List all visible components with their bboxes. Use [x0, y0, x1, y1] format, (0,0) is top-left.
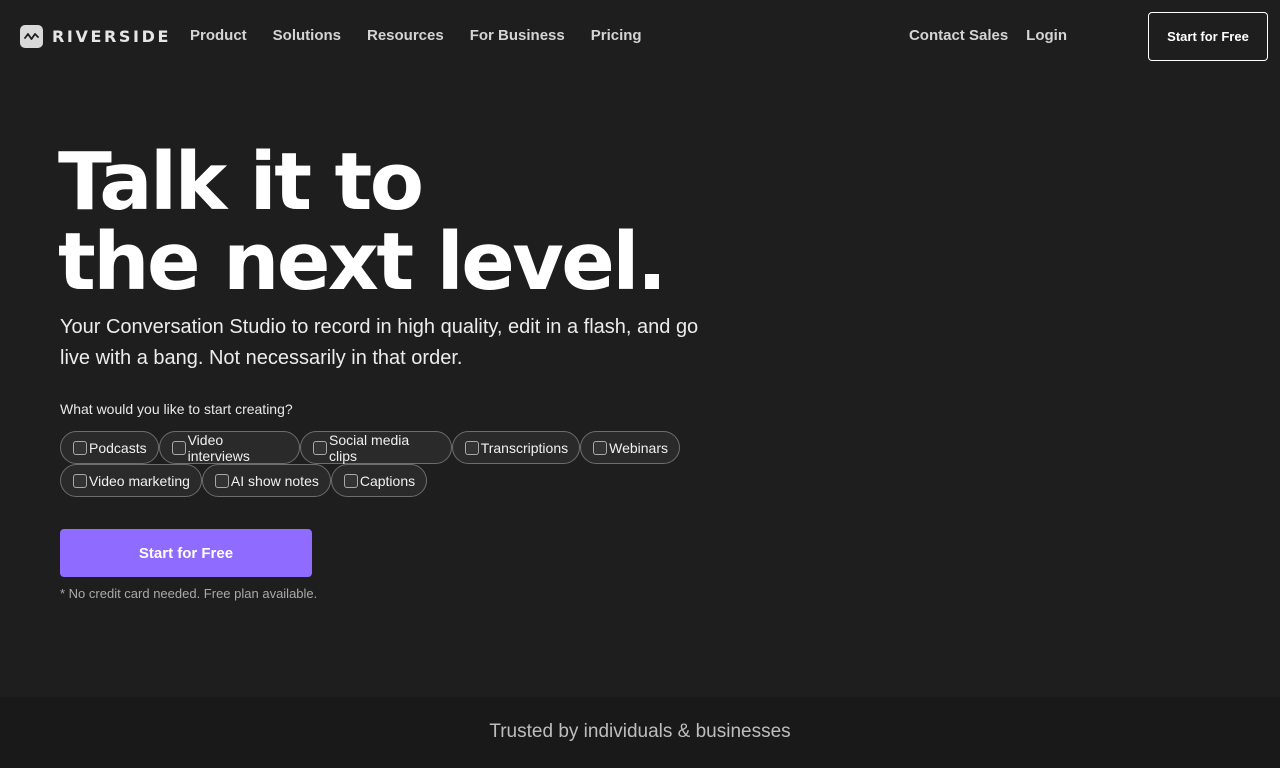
hero-title: Talk it to the next level.: [58, 142, 758, 302]
contact-sales-link[interactable]: Contact Sales: [909, 26, 1008, 46]
hero-title-line-2: the next level.: [58, 216, 667, 308]
trusted-heading: Trusted by individuals & businesses: [489, 721, 791, 742]
option-label: Transcriptions: [480, 439, 569, 456]
checkbox[interactable]: [343, 473, 358, 488]
checkbox[interactable]: [313, 440, 328, 455]
nav-resources[interactable]: Resources: [367, 26, 444, 46]
page: RIVERSIDE Product Solutions Resources Fo…: [0, 0, 1280, 768]
account-nav: Contact Sales Login: [909, 26, 1067, 46]
waveform-icon: [20, 25, 43, 48]
option-captions[interactable]: Captions: [330, 464, 428, 497]
options-row: Podcasts Video interviews Social media c…: [60, 431, 680, 464]
option-label: Webinars: [609, 439, 668, 456]
main-nav: Product Solutions Resources For Business…: [190, 26, 668, 46]
option-social-media-clips[interactable]: Social media clips: [300, 431, 452, 464]
checkbox[interactable]: [171, 440, 186, 455]
trusted-band: Trusted by individuals & businesses: [0, 697, 1280, 768]
option-label: AI show notes: [230, 472, 319, 489]
hero-title-line-1: Talk it to: [58, 136, 424, 228]
nav-solutions[interactable]: Solutions: [273, 26, 341, 46]
option-label: Captions: [359, 472, 416, 489]
checkbox[interactable]: [593, 440, 608, 455]
creation-question: What would you like to start creating?: [60, 401, 293, 417]
no-credit-card-note: * No credit card needed. Free plan avail…: [60, 586, 318, 601]
header-start-free-button[interactable]: Start for Free: [1148, 12, 1268, 61]
login-link[interactable]: Login: [1026, 26, 1067, 46]
creation-options: Podcasts Video interviews Social media c…: [60, 431, 680, 497]
options-row: Video marketing AI show notes Captions: [60, 464, 680, 497]
hero-subtitle: Your Conversation Studio to record in hi…: [60, 316, 699, 369]
nav-pricing[interactable]: Pricing: [591, 26, 642, 46]
nav-for-business[interactable]: For Business: [470, 26, 565, 46]
option-label: Video interviews: [187, 431, 250, 464]
hero-start-free-button[interactable]: Start for Free: [60, 529, 312, 577]
checkbox[interactable]: [73, 473, 87, 488]
option-label: Podcasts: [89, 439, 147, 456]
option-label: Video marketing: [89, 472, 190, 489]
option-video-marketing[interactable]: Video marketing: [60, 464, 202, 497]
site-header: RIVERSIDE Product Solutions Resources Fo…: [0, 0, 1280, 74]
option-webinars[interactable]: Webinars: [580, 431, 680, 464]
nav-product[interactable]: Product: [190, 26, 247, 46]
logo-text: RIVERSIDE: [52, 27, 171, 46]
option-podcasts[interactable]: Podcasts: [60, 431, 159, 464]
checkbox[interactable]: [214, 473, 229, 488]
checkbox[interactable]: [73, 440, 87, 455]
option-video-interviews[interactable]: Video interviews: [158, 431, 301, 464]
option-label: Social media clips: [329, 431, 410, 464]
option-transcriptions[interactable]: Transcriptions: [451, 431, 581, 464]
checkbox[interactable]: [464, 440, 479, 455]
logo-link[interactable]: RIVERSIDE: [20, 25, 171, 48]
option-ai-show-notes[interactable]: AI show notes: [201, 464, 331, 497]
